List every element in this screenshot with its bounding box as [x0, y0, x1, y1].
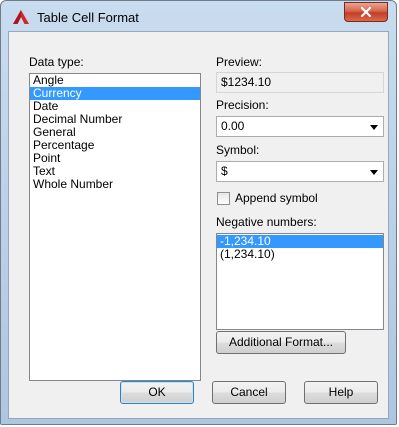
chevron-down-icon — [370, 125, 378, 130]
additional-format-button[interactable]: Additional Format... — [216, 331, 346, 354]
ok-button[interactable]: OK — [120, 381, 194, 404]
chevron-down-icon — [370, 170, 378, 175]
symbol-dropdown[interactable]: $ — [216, 161, 384, 182]
dialog-window: Table Cell Format Data type: Angle Curren… — [0, 0, 397, 425]
preview-field: $1234.10 — [216, 72, 384, 93]
list-item[interactable]: (1,234.10) — [217, 248, 383, 261]
cancel-button[interactable]: Cancel — [212, 381, 286, 404]
append-symbol-checkbox[interactable] — [217, 192, 230, 205]
precision-dropdown[interactable]: 0.00 — [216, 116, 384, 137]
data-type-listbox[interactable]: Angle Currency Date Decimal Number General Pe… — [29, 73, 201, 381]
append-symbol-label[interactable]: Append symbol — [235, 191, 318, 205]
close-button[interactable] — [344, 2, 388, 22]
symbol-value: $ — [221, 164, 228, 178]
precision-value: 0.00 — [221, 119, 245, 133]
autocad-a-icon — [13, 10, 29, 24]
help-button[interactable]: Help — [304, 381, 378, 404]
close-icon — [360, 6, 372, 18]
list-item[interactable]: Whole Number — [30, 178, 200, 191]
negative-numbers-label: Negative numbers: — [216, 215, 317, 229]
list-item[interactable]: Point — [30, 152, 200, 165]
negative-numbers-listbox[interactable]: -1,234.10 (1,234.10) — [216, 233, 384, 330]
window-title: Table Cell Format — [37, 10, 139, 25]
title-bar[interactable]: Table Cell Format — [1, 1, 396, 31]
symbol-label: Symbol: — [216, 143, 260, 157]
precision-label: Precision: — [216, 98, 269, 112]
preview-label: Preview: — [216, 55, 263, 69]
dialog-client-area: Data type: Angle Currency Date Decimal Numb… — [8, 31, 389, 419]
data-type-label: Data type: — [29, 55, 84, 69]
